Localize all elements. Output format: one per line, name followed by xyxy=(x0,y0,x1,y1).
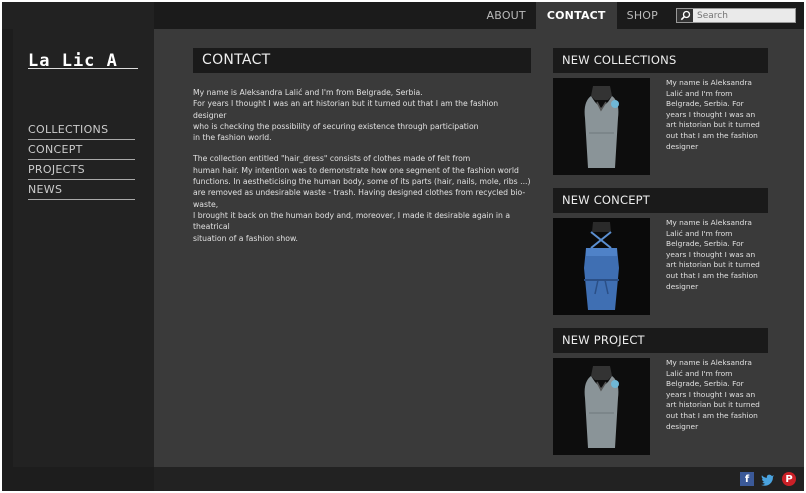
sidebar-menu: COLLECTIONS CONCEPT PROJECTS NEWS xyxy=(28,120,135,200)
facebook-icon[interactable]: f xyxy=(740,472,754,486)
sidebar-item-collections[interactable]: COLLECTIONS xyxy=(28,120,135,140)
dress-image[interactable] xyxy=(553,358,650,455)
nav-contact[interactable]: CONTACT xyxy=(535,2,617,29)
sidebar xyxy=(2,29,154,467)
main-content: CONTACT My name is Aleksandra Lalić and … xyxy=(193,48,531,244)
page-title: CONTACT xyxy=(193,48,531,73)
footer: f P xyxy=(2,467,804,491)
card-title[interactable]: NEW PROJECT xyxy=(553,328,768,353)
intro-paragraph: My name is Aleksandra Lalić and I'm from… xyxy=(193,88,499,143)
dress-image[interactable] xyxy=(553,218,650,315)
card-new-concept: NEW CONCEPT My name is Aleksandra Lalić … xyxy=(553,188,768,328)
card-text: My name is Aleksandra Lalić and I'm from… xyxy=(666,78,760,151)
nav-shop[interactable]: SHOP xyxy=(617,2,668,29)
nav-about[interactable]: ABOUT xyxy=(477,2,536,29)
card-new-collections: NEW COLLECTIONS My name is Aleksandra La… xyxy=(553,48,768,188)
card-new-project: NEW PROJECT My name is Aleksandra Lalić … xyxy=(553,328,768,468)
card-text: My name is Aleksandra Lalić and I'm from… xyxy=(666,358,760,431)
search-icon[interactable] xyxy=(677,9,693,22)
news-column: NEW COLLECTIONS My name is Aleksandra La… xyxy=(553,48,768,468)
collection-paragraph: The collection entitled "hair_dress" con… xyxy=(193,154,531,243)
page: ABOUT CONTACT SHOP La Lic A COLLECTIONS … xyxy=(2,2,804,491)
card-text: My name is Aleksandra Lalić and I'm from… xyxy=(666,218,760,291)
search-input[interactable] xyxy=(693,10,793,21)
pinterest-icon[interactable]: P xyxy=(782,472,796,486)
social-links: f P xyxy=(740,472,796,486)
sidebar-item-news[interactable]: NEWS xyxy=(28,180,135,200)
card-title[interactable]: NEW CONCEPT xyxy=(553,188,768,213)
card-title[interactable]: NEW COLLECTIONS xyxy=(553,48,768,73)
sidebar-item-concept[interactable]: CONCEPT xyxy=(28,140,135,160)
logo-underline xyxy=(28,68,138,69)
search-box[interactable] xyxy=(676,8,796,23)
dress-image[interactable] xyxy=(553,78,650,175)
twitter-icon[interactable] xyxy=(761,472,775,486)
top-navigation-bar: ABOUT CONTACT SHOP xyxy=(2,2,804,29)
main-nav: ABOUT CONTACT SHOP xyxy=(477,2,804,29)
sidebar-item-projects[interactable]: PROJECTS xyxy=(28,160,135,180)
